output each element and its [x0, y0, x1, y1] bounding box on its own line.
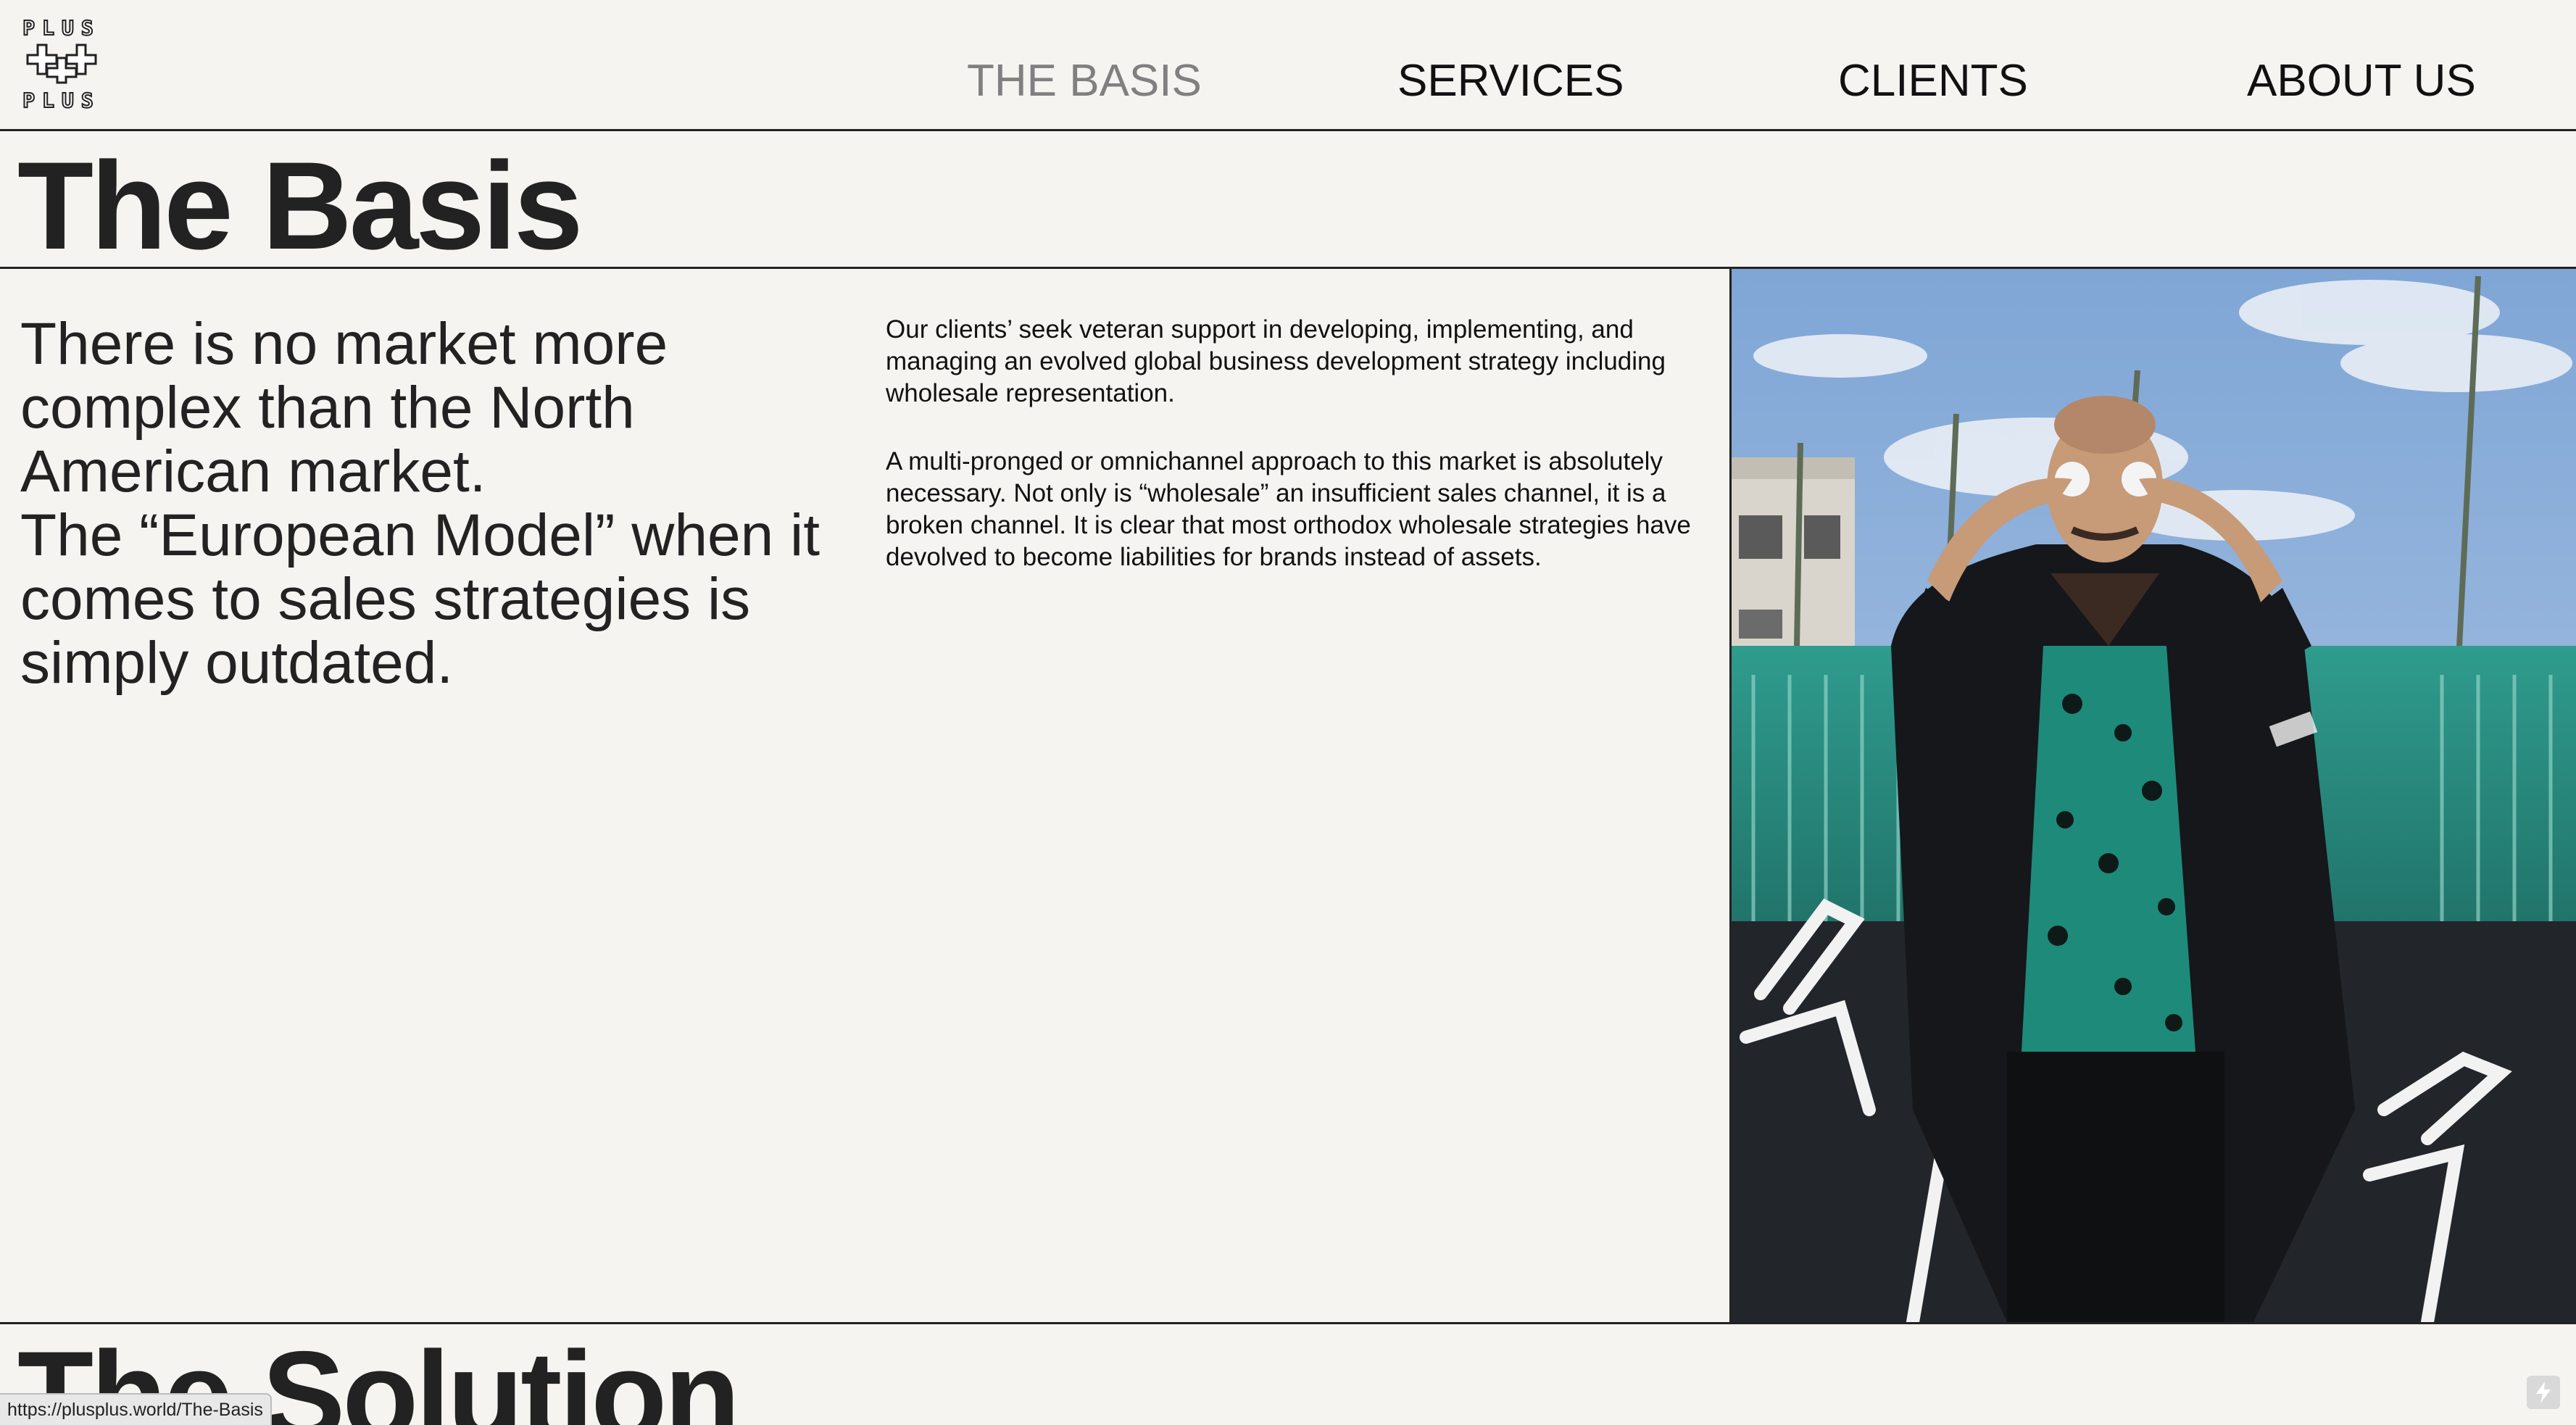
body-paragraph-2: A multi-pronged or omnichannel approach … [886, 447, 1691, 571]
lightning-badge[interactable] [2527, 1376, 2560, 1409]
hero-photo [1729, 269, 2576, 1322]
photo-illustration [1732, 269, 2576, 1322]
site-logo[interactable]: PLUS PLUS [19, 15, 104, 113]
basis-section: There is no market more complex than the… [0, 269, 2576, 1324]
body-paragraph-1: Our clients’ seek veteran support in dev… [886, 315, 1666, 407]
nav-the-basis[interactable]: THE BASIS [967, 57, 1202, 106]
lead-text: There is no market more complex than the… [20, 312, 847, 695]
lightning-icon [2536, 1382, 2551, 1403]
page-title: The Basis [17, 136, 583, 275]
nav-services[interactable]: SERVICES [1397, 57, 1624, 106]
nav-clients[interactable]: CLIENTS [1838, 57, 2028, 106]
page: PLUS PLUS THE BASIS SERVICES CLIENTS ABO… [0, 0, 2576, 1425]
lead-paragraph-2: The “European Model” when it comes to sa… [20, 502, 820, 696]
status-bar-url: https://plusplus.world/The-Basis [0, 1393, 272, 1425]
body-text: Our clients’ seek veteran support in dev… [886, 314, 1712, 573]
logo-bottom-text: PLUS [22, 88, 101, 113]
title-band: The Basis [0, 131, 2576, 275]
logo-top-text: PLUS [22, 15, 101, 41]
lead-paragraph-1: There is no market more complex than the… [20, 311, 668, 504]
double-plus-logo-icon [26, 43, 97, 84]
nav-about-us[interactable]: ABOUT US [2247, 57, 2476, 106]
site-header: PLUS PLUS THE BASIS SERVICES CLIENTS ABO… [0, 0, 2576, 131]
